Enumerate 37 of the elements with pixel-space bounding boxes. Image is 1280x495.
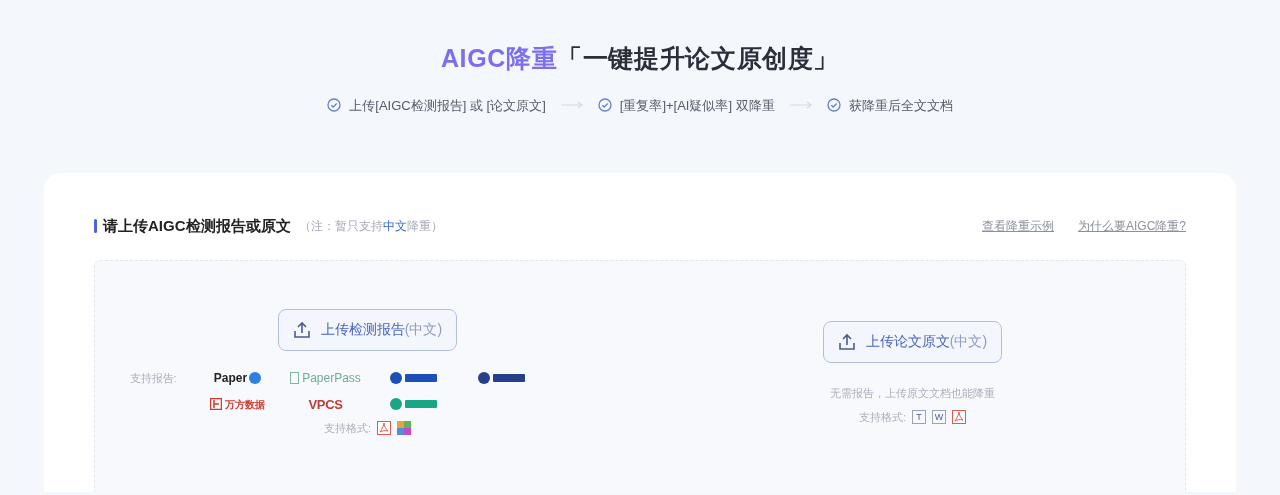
section-heading: 请上传AIGC检测报告或原文	[103, 216, 291, 236]
formats-label: 支持格式:	[858, 410, 907, 425]
upload-report-button[interactable]: 上传检测报告(中文)	[277, 308, 458, 351]
logo-text: PaperPass	[302, 369, 361, 387]
help-link[interactable]: 为什么要AIGC降重?	[1078, 217, 1186, 236]
logo-text: 万方数据	[225, 397, 265, 412]
logo-icon	[249, 371, 262, 384]
reports-label: 支持报告:	[129, 370, 178, 386]
word-file-icon: W	[932, 410, 947, 425]
logo-text: Paper	[213, 369, 248, 387]
upload-paper-button[interactable]: 上传论文原文(中文)	[822, 320, 1003, 363]
formats-label: 支持格式:	[323, 421, 372, 436]
step-label: 获降重后全文文档	[848, 96, 953, 115]
section-note: （注：暂只支持中文降重）	[298, 218, 443, 236]
pdf-file-icon	[952, 410, 967, 425]
arrow-icon	[559, 101, 584, 110]
logo-icon	[290, 371, 300, 384]
logo-icon	[388, 397, 439, 412]
check-circle-icon	[597, 98, 612, 113]
check-circle-icon	[826, 98, 841, 113]
pdf-file-icon	[377, 421, 392, 436]
archive-file-icon	[397, 421, 412, 436]
logo-icon	[388, 370, 439, 385]
arrow-icon	[788, 101, 813, 110]
heading-accent	[94, 219, 97, 234]
check-circle-icon	[327, 98, 342, 113]
help-link[interactable]: 查看降重示例	[982, 217, 1054, 236]
upload-icon	[292, 320, 311, 339]
text-file-icon: T	[912, 410, 927, 425]
step-label: [重复率]+[AI疑似率] 双降重	[619, 96, 775, 115]
upload-hint: 无需报告，上传原文文档也能降重	[830, 385, 995, 401]
upload-icon	[837, 332, 856, 351]
page-title: AIGC降重「一键提升论文原创度」	[440, 44, 840, 72]
logo-icon	[476, 370, 527, 385]
logo-icon	[210, 398, 222, 411]
logo-text: VPCS	[308, 395, 343, 414]
step-label: 上传[AIGC检测报告] 或 [论文原文]	[349, 96, 546, 115]
